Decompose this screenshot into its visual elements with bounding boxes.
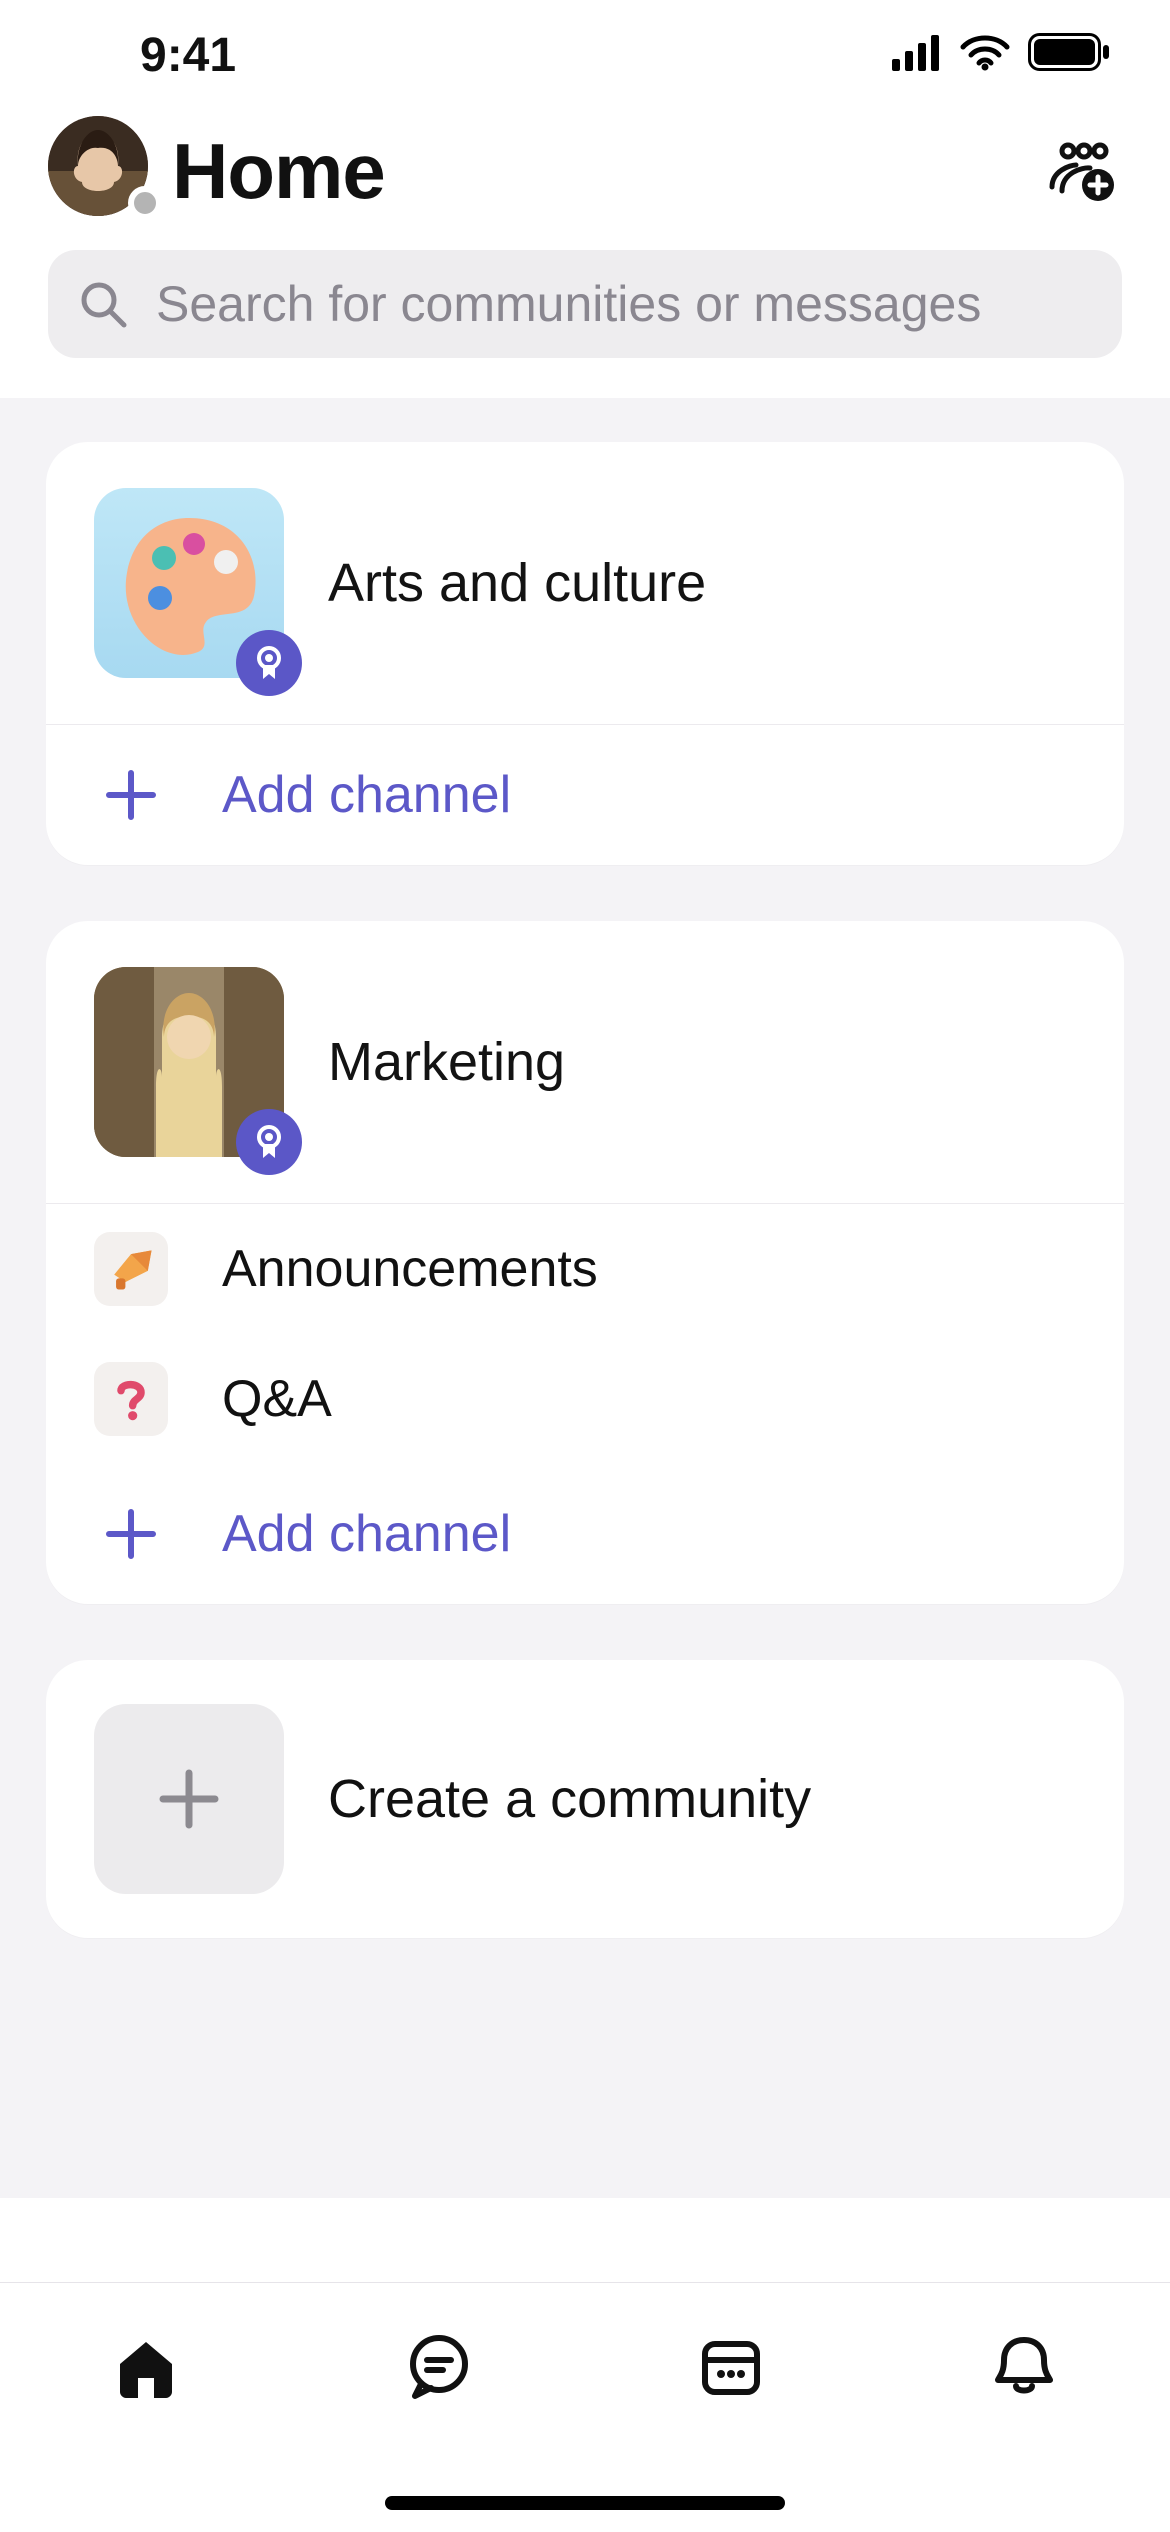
header: Home [0, 110, 1170, 250]
question-icon [94, 1362, 168, 1436]
channel-name: Announcements [222, 1239, 598, 1299]
tab-activity[interactable] [949, 2321, 1099, 2411]
community-header-marketing[interactable]: Marketing [46, 921, 1124, 1203]
page-title: Home [172, 126, 385, 217]
channel-item-announcements[interactable]: Announcements [46, 1204, 1124, 1334]
community-badge-icon [236, 1109, 302, 1175]
home-indicator [385, 2496, 785, 2510]
cellular-icon [892, 28, 942, 83]
status-time: 9:41 [50, 28, 236, 83]
tab-home[interactable] [71, 2321, 221, 2411]
create-community-card[interactable]: Create a community [46, 1660, 1124, 1938]
community-name: Marketing [328, 1031, 565, 1093]
community-badge-icon [236, 630, 302, 696]
add-channel-label: Add channel [222, 765, 511, 825]
community-card: Arts and culture Add channel [46, 442, 1124, 865]
add-channel-label: Add channel [222, 1504, 511, 1564]
community-name: Arts and culture [328, 552, 706, 614]
channel-item-qa[interactable]: Q&A [46, 1334, 1124, 1464]
battery-icon [1028, 28, 1110, 83]
search-field[interactable] [48, 250, 1122, 358]
search-input[interactable] [156, 275, 1092, 333]
avatar-button[interactable] [48, 116, 158, 226]
megaphone-icon [94, 1232, 168, 1306]
plus-icon [103, 767, 159, 823]
channel-name: Q&A [222, 1369, 332, 1429]
presence-indicator [128, 186, 162, 220]
tab-bar [0, 2282, 1170, 2532]
tab-calendar[interactable] [656, 2321, 806, 2411]
add-channel-button[interactable]: Add channel [46, 1464, 1124, 1604]
tab-chat[interactable] [364, 2321, 514, 2411]
wifi-icon [960, 28, 1010, 83]
status-indicators [892, 28, 1120, 83]
status-bar: 9:41 [0, 0, 1170, 110]
add-channel-button[interactable]: Add channel [46, 725, 1124, 865]
create-community-thumb [94, 1704, 284, 1894]
create-join-community-button[interactable] [1042, 131, 1122, 211]
community-list: Arts and culture Add channel [0, 398, 1170, 2198]
plus-icon [103, 1506, 159, 1562]
community-card: Marketing Announcements Q&A [46, 921, 1124, 1604]
create-community-label: Create a community [328, 1768, 811, 1830]
community-header-arts[interactable]: Arts and culture [46, 442, 1124, 724]
search-icon [78, 279, 128, 329]
